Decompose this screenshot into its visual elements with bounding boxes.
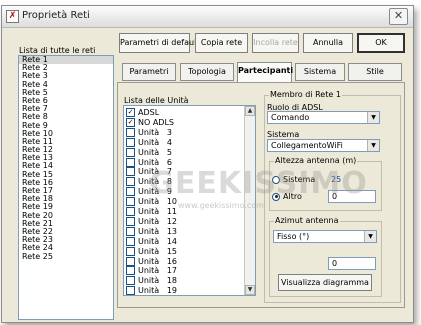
unit-label: Unità 5 — [138, 147, 172, 157]
unit-label: NO ADLS — [138, 117, 174, 127]
unit-list-item[interactable]: Unità 18 — [126, 276, 177, 286]
network-list-item[interactable]: Rete 25 — [19, 252, 113, 261]
paste-network-button[interactable]: Incolla rete — [252, 33, 299, 53]
tab-sistema[interactable]: Sistema — [295, 63, 345, 81]
unit-list-item[interactable]: Unità 13 — [126, 226, 177, 236]
checkbox-icon[interactable] — [126, 286, 135, 295]
unit-label: Unità 14 — [138, 236, 177, 246]
unit-label: ADSL — [138, 108, 160, 117]
unit-list-item[interactable]: ✓ NO ADLS — [126, 117, 174, 127]
unit-list-item[interactable]: Unità 19 — [126, 286, 177, 295]
unit-list-item[interactable]: Unità 12 — [126, 216, 177, 226]
checkbox-icon[interactable] — [126, 197, 135, 207]
unit-label: Unità 15 — [138, 246, 177, 256]
unit-label: Unità 11 — [138, 207, 177, 216]
checkbox-icon[interactable] — [126, 226, 135, 236]
checkbox-icon[interactable] — [126, 187, 135, 197]
tab-topologia[interactable]: Topologia — [180, 63, 234, 81]
scroll-down-icon[interactable]: ▼ — [245, 285, 255, 295]
role-select[interactable]: Comando ▼ — [267, 111, 380, 124]
tab-parametri[interactable]: Parametri — [122, 63, 176, 81]
checkbox-icon[interactable] — [126, 167, 135, 177]
checkbox-icon[interactable] — [126, 236, 135, 246]
checkbox-icon[interactable] — [126, 256, 135, 266]
title-bar[interactable]: ✗ Proprietà Reti ✕ — [2, 6, 413, 28]
chevron-down-icon[interactable]: ▼ — [364, 231, 376, 242]
close-button[interactable]: ✕ — [389, 8, 408, 25]
checkbox-icon[interactable] — [126, 177, 135, 187]
unit-list-item[interactable]: Unità 4 — [126, 137, 172, 147]
checkbox-icon[interactable] — [126, 216, 135, 226]
unit-list-item[interactable]: Unità 11 — [126, 207, 177, 216]
watermark-logo: GEEKISSIMO — [149, 166, 368, 201]
unit-list-item[interactable]: Unità 16 — [126, 256, 177, 266]
window-title: Proprietà Reti — [22, 10, 90, 21]
networks-list[interactable]: Rete 1 Rete 2 Rete 3 Rete 4 Rete 5 Rete 6 Rete… — [18, 55, 114, 320]
unit-list-item[interactable]: Unità 17 — [126, 266, 177, 276]
checkbox-icon[interactable] — [126, 127, 135, 137]
ok-button[interactable]: OK — [357, 33, 405, 53]
checkbox-icon[interactable] — [126, 207, 135, 216]
default-params-button[interactable]: Parametri di default — [119, 33, 199, 53]
role-value: Comando — [271, 113, 310, 122]
unit-label: Unità 13 — [138, 226, 177, 236]
checkbox-checked-icon[interactable]: ✓ — [126, 117, 135, 127]
watermark-url: www.geekissimo.com — [178, 201, 264, 210]
member-group-title: Membro di Rete 1 — [269, 90, 342, 99]
system-select[interactable]: CollegamentoWiFi ▼ — [267, 139, 380, 152]
azimuth-number-input[interactable]: 0 — [328, 257, 376, 270]
unit-label: Unità 4 — [138, 137, 172, 147]
unit-list-item[interactable]: Unità 3 — [126, 127, 172, 137]
unit-label: Unità 16 — [138, 256, 177, 266]
checkbox-icon[interactable] — [126, 276, 135, 286]
checkbox-icon[interactable] — [126, 157, 135, 167]
checkbox-icon[interactable] — [126, 266, 135, 276]
units-list-label: Lista delle Unità — [124, 96, 189, 105]
unit-label: Unità 17 — [138, 266, 177, 276]
unit-list-item[interactable]: Unità 14 — [126, 236, 177, 246]
unit-label: Unità 12 — [138, 216, 177, 226]
azimuth-select[interactable]: Fisso (°) ▼ — [273, 230, 377, 243]
properties-window: ✗ Proprietà Reti ✕ Lista di tutte le ret… — [1, 5, 414, 323]
azimuth-value: Fisso (°) — [277, 232, 310, 241]
checkbox-checked-icon[interactable]: ✓ — [126, 108, 135, 117]
copy-network-button[interactable]: Copia rete — [195, 33, 248, 53]
tab-partecipanti[interactable]: Partecipanti — [237, 62, 293, 83]
tab-stile[interactable]: Stile — [348, 63, 402, 81]
unit-label: Unità 19 — [138, 286, 177, 296]
system-label: Sistema — [267, 130, 300, 139]
scroll-up-icon[interactable]: ▲ — [245, 106, 255, 116]
unit-list-item[interactable]: Unità 15 — [126, 246, 177, 256]
checkbox-icon[interactable] — [126, 246, 135, 256]
networks-list-label: Lista di tutte le reti — [19, 46, 96, 55]
checkbox-icon[interactable] — [126, 137, 135, 147]
cancel-button[interactable]: Annulla — [303, 33, 353, 53]
chevron-down-icon[interactable]: ▼ — [367, 112, 379, 123]
chevron-down-icon[interactable]: ▼ — [367, 140, 379, 151]
unit-list-item[interactable]: ✓ ADSL — [126, 108, 159, 117]
checkbox-icon[interactable] — [126, 147, 135, 157]
app-icon: ✗ — [6, 10, 19, 23]
show-diagram-button[interactable]: Visualizza diagramma — [278, 274, 372, 291]
antenna-height-title: Altezza antenna (m) — [274, 156, 358, 165]
unit-label: Unità 18 — [138, 276, 177, 286]
unit-label: Unità 3 — [138, 127, 172, 137]
azimuth-title: Azimut antenna — [274, 216, 340, 225]
system-value: CollegamentoWiFi — [271, 141, 343, 150]
unit-list-item[interactable]: Unità 5 — [126, 147, 172, 157]
